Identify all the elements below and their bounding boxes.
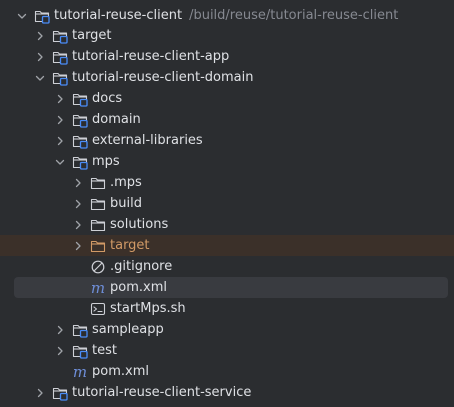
chevron-right-icon[interactable] bbox=[34, 51, 46, 63]
tree-node-mps[interactable]: mps bbox=[0, 151, 454, 172]
tree-node-label: .gitignore bbox=[110, 259, 173, 274]
tree-node-label: tutorial-reuse-client-service bbox=[72, 385, 252, 400]
chevron-right-icon[interactable] bbox=[54, 135, 66, 147]
shell-script-icon bbox=[90, 301, 106, 317]
module-folder-icon bbox=[72, 91, 88, 107]
tree-node-solutions[interactable]: solutions bbox=[0, 214, 454, 235]
tree-node-label: target bbox=[72, 28, 112, 43]
chevron-right-icon[interactable] bbox=[34, 387, 46, 399]
excluded-folder-icon bbox=[90, 238, 106, 254]
ignore-file-icon bbox=[90, 259, 106, 275]
folder-icon bbox=[90, 196, 106, 212]
chevron-right-icon[interactable] bbox=[72, 219, 84, 231]
tree-node-dot-mps[interactable]: .mps bbox=[0, 172, 454, 193]
tree-node-app[interactable]: tutorial-reuse-client-app bbox=[0, 46, 454, 67]
module-folder-icon bbox=[52, 70, 68, 86]
chevron-down-icon[interactable] bbox=[34, 72, 46, 84]
tree-node-mps-target[interactable]: target bbox=[0, 235, 454, 256]
tree-node-label: tutorial-reuse-client-app bbox=[72, 49, 230, 64]
module-folder-icon bbox=[52, 385, 68, 401]
chevron-down-icon[interactable] bbox=[54, 156, 66, 168]
tree-node-gitignore[interactable]: .gitignore bbox=[0, 256, 454, 277]
tree-node-service[interactable]: tutorial-reuse-client-service bbox=[0, 382, 454, 403]
tree-node-build[interactable]: build bbox=[0, 193, 454, 214]
module-folder-icon bbox=[34, 8, 50, 24]
folder-icon bbox=[90, 217, 106, 233]
tree-node-label: test bbox=[92, 343, 117, 358]
tree-node-label: solutions bbox=[110, 217, 169, 232]
tree-node-domain-pom[interactable]: m pom.xml bbox=[0, 361, 454, 382]
maven-file-icon: m bbox=[72, 362, 88, 381]
tree-node-startmps[interactable]: startMps.sh bbox=[0, 298, 454, 319]
module-folder-icon bbox=[52, 49, 68, 65]
module-folder-icon bbox=[72, 133, 88, 149]
tree-node-label: pom.xml bbox=[110, 280, 167, 295]
chevron-right-icon[interactable] bbox=[54, 345, 66, 357]
tree-node-domain[interactable]: domain bbox=[0, 109, 454, 130]
tree-node-external-libraries[interactable]: external-libraries bbox=[0, 130, 454, 151]
tree-node-target[interactable]: target bbox=[0, 25, 454, 46]
tree-node-label: domain bbox=[92, 112, 141, 127]
tree-node-label: mps bbox=[92, 154, 120, 169]
chevron-right-icon[interactable] bbox=[54, 114, 66, 126]
tree-node-docs[interactable]: docs bbox=[0, 88, 454, 109]
module-folder-icon bbox=[72, 154, 88, 170]
chevron-right-icon[interactable] bbox=[54, 93, 66, 105]
tree-node-root[interactable]: tutorial-reuse-client /build/reuse/tutor… bbox=[0, 5, 454, 26]
tree-node-sampleapp[interactable]: sampleapp bbox=[0, 319, 454, 340]
tree-node-label: build bbox=[110, 196, 142, 211]
tree-node-mps-pom[interactable]: m pom.xml bbox=[14, 277, 448, 298]
tree-node-label: startMps.sh bbox=[110, 301, 186, 316]
tree-node-label: tutorial-reuse-client-domain bbox=[72, 70, 254, 85]
chevron-right-icon[interactable] bbox=[72, 198, 84, 210]
module-folder-icon bbox=[72, 322, 88, 338]
tree-node-label: .mps bbox=[110, 175, 142, 190]
tree-node-label: sampleapp bbox=[92, 322, 164, 337]
tree-node-test[interactable]: test bbox=[0, 340, 454, 361]
maven-file-icon: m bbox=[90, 278, 106, 297]
chevron-right-icon[interactable] bbox=[34, 30, 46, 42]
module-folder-icon bbox=[52, 28, 68, 44]
folder-icon bbox=[90, 175, 106, 191]
tree-node-label: docs bbox=[92, 91, 123, 106]
chevron-right-icon[interactable] bbox=[72, 177, 84, 189]
tree-node-label: target bbox=[110, 238, 150, 253]
chevron-down-icon[interactable] bbox=[16, 10, 28, 22]
module-folder-icon bbox=[72, 343, 88, 359]
chevron-right-icon[interactable] bbox=[72, 240, 84, 252]
chevron-right-icon[interactable] bbox=[54, 324, 66, 336]
module-folder-icon bbox=[72, 112, 88, 128]
tree-node-label: tutorial-reuse-client bbox=[54, 8, 183, 23]
tree-node-path: /build/reuse/tutorial-reuse-client bbox=[189, 8, 399, 23]
tree-node-domain-module[interactable]: tutorial-reuse-client-domain bbox=[0, 67, 454, 88]
tree-node-label: pom.xml bbox=[92, 364, 149, 379]
tree-node-label: external-libraries bbox=[92, 133, 203, 148]
